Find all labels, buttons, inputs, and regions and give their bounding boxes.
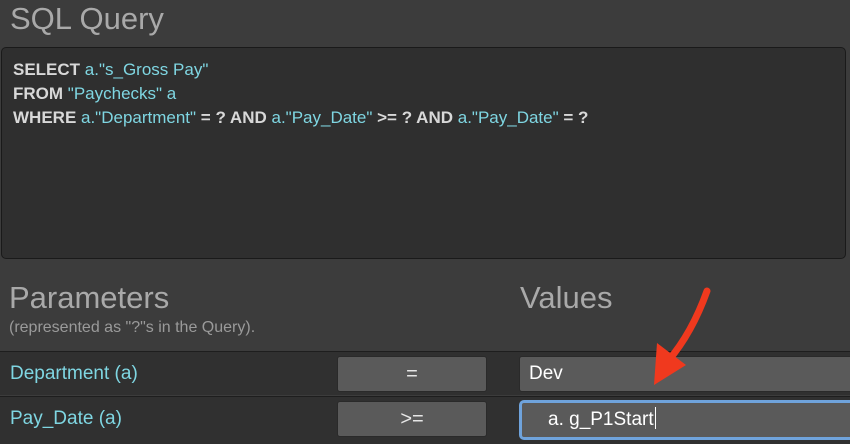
value-text: a. g_P1Start — [548, 409, 654, 430]
sql-identifier: a."Department" — [81, 108, 197, 127]
red-arrow-icon — [654, 287, 711, 385]
sql-query-editor[interactable]: SELECT a."s_Gross Pay" FROM "Paychecks" … — [1, 47, 846, 259]
parameters-subtitle: (represented as "?"s in the Query). — [9, 319, 256, 336]
operator-button[interactable]: >= — [337, 401, 487, 437]
parameter-row-department: Department (a) = Dev — [0, 351, 850, 395]
sql-line-where: WHERE a."Department" = ? AND a."Pay_Date… — [13, 106, 834, 130]
sql-line-from: FROM "Paychecks" a — [13, 82, 834, 106]
sql-line-select: SELECT a."s_Gross Pay" — [13, 58, 834, 82]
sql-keyword: WHERE — [13, 108, 81, 127]
sql-keyword: FROM — [13, 84, 68, 103]
parameters-title: Parameters — [9, 280, 170, 315]
sql-identifier: a."Pay_Date" — [271, 108, 373, 127]
sql-identifier: a."s_Gross Pay" — [84, 60, 209, 79]
values-title: Values — [520, 280, 613, 315]
sql-keyword: SELECT — [13, 60, 85, 79]
sql-keyword: = ? AND — [196, 108, 272, 127]
arrow-shaft — [664, 287, 711, 365]
parameter-row-pay-date: Pay_Date (a) >= a. g_P1Start — [0, 396, 850, 444]
parameter-name: Department (a) — [10, 363, 138, 384]
operator-button[interactable]: = — [337, 356, 487, 392]
sql-identifier: "Paychecks" a — [67, 84, 177, 103]
sql-keyword: = ? — [558, 108, 589, 127]
text-cursor — [654, 407, 656, 429]
sql-keyword: >= ? AND — [372, 108, 458, 127]
parameter-name: Pay_Date (a) — [10, 408, 122, 429]
value-field-focused[interactable]: a. g_P1Start — [519, 400, 850, 440]
sql-identifier: a."Pay_Date" — [457, 108, 559, 127]
sql-query-title: SQL Query — [10, 1, 164, 36]
